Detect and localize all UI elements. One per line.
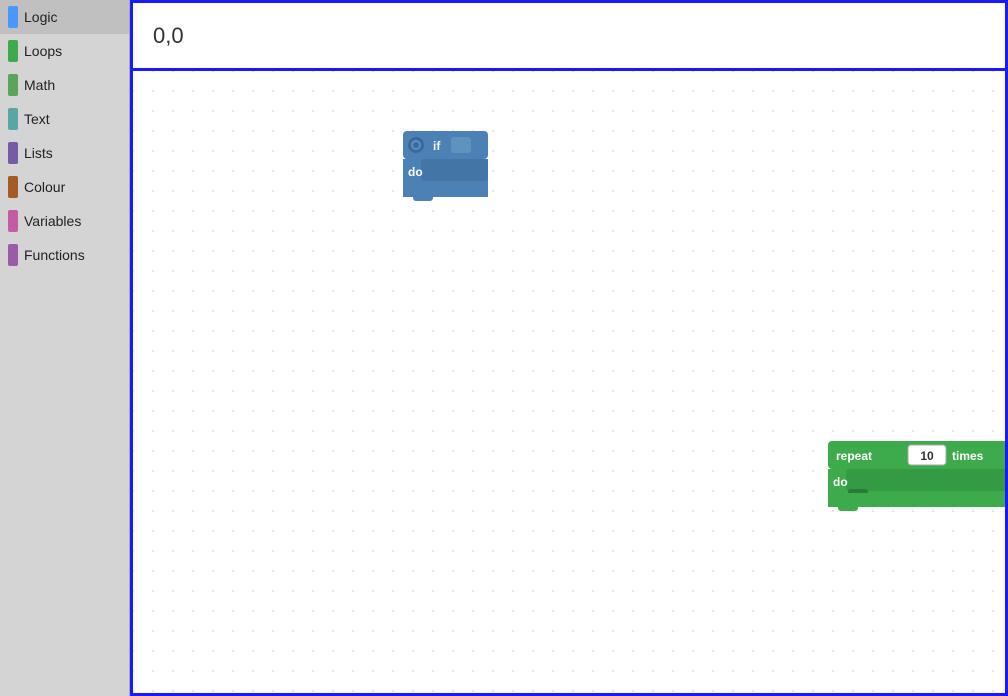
variables-color-swatch <box>8 210 18 232</box>
text-color-swatch <box>8 108 18 130</box>
sidebar-label-loops: Loops <box>24 43 62 59</box>
workspace[interactable]: if do <box>130 68 1008 696</box>
sidebar-item-math[interactable]: Math <box>0 68 129 102</box>
colour-color-swatch <box>8 176 18 198</box>
logic-color-swatch <box>8 6 18 28</box>
sidebar-item-variables[interactable]: Variables <box>0 204 129 238</box>
sidebar-item-lists[interactable]: Lists <box>0 136 129 170</box>
svg-text:10: 10 <box>920 449 934 463</box>
svg-text:times: times <box>952 449 984 463</box>
svg-text:do: do <box>408 165 423 179</box>
loops-color-swatch <box>8 40 18 62</box>
sidebar-label-functions: Functions <box>24 247 85 263</box>
svg-text:repeat: repeat <box>836 449 872 463</box>
sidebar-item-functions[interactable]: Functions <box>0 238 129 272</box>
coords-bar: 0,0 <box>130 0 1008 68</box>
svg-text:if: if <box>433 139 441 153</box>
coordinates-display: 0,0 <box>153 23 184 49</box>
sidebar: Logic Loops Math Text Lists Colour Variables Fu… <box>0 0 130 696</box>
sidebar-label-text: Text <box>24 111 50 127</box>
sidebar-item-logic[interactable]: Logic <box>0 0 129 34</box>
math-color-swatch <box>8 74 18 96</box>
sidebar-label-colour: Colour <box>24 179 65 195</box>
sidebar-item-text[interactable]: Text <box>0 102 129 136</box>
svg-text:do: do <box>833 475 848 489</box>
functions-color-swatch <box>8 244 18 266</box>
sidebar-label-math: Math <box>24 77 55 93</box>
main-area: 0,0 if do <box>130 0 1008 696</box>
sidebar-label-logic: Logic <box>24 9 57 25</box>
repeat-block[interactable]: repeat 10 times do <box>828 441 1008 511</box>
sidebar-label-lists: Lists <box>24 145 53 161</box>
sidebar-label-variables: Variables <box>24 213 81 229</box>
sidebar-item-colour[interactable]: Colour <box>0 170 129 204</box>
sidebar-item-loops[interactable]: Loops <box>0 34 129 68</box>
lists-color-swatch <box>8 142 18 164</box>
if-block[interactable]: if do <box>403 131 493 201</box>
